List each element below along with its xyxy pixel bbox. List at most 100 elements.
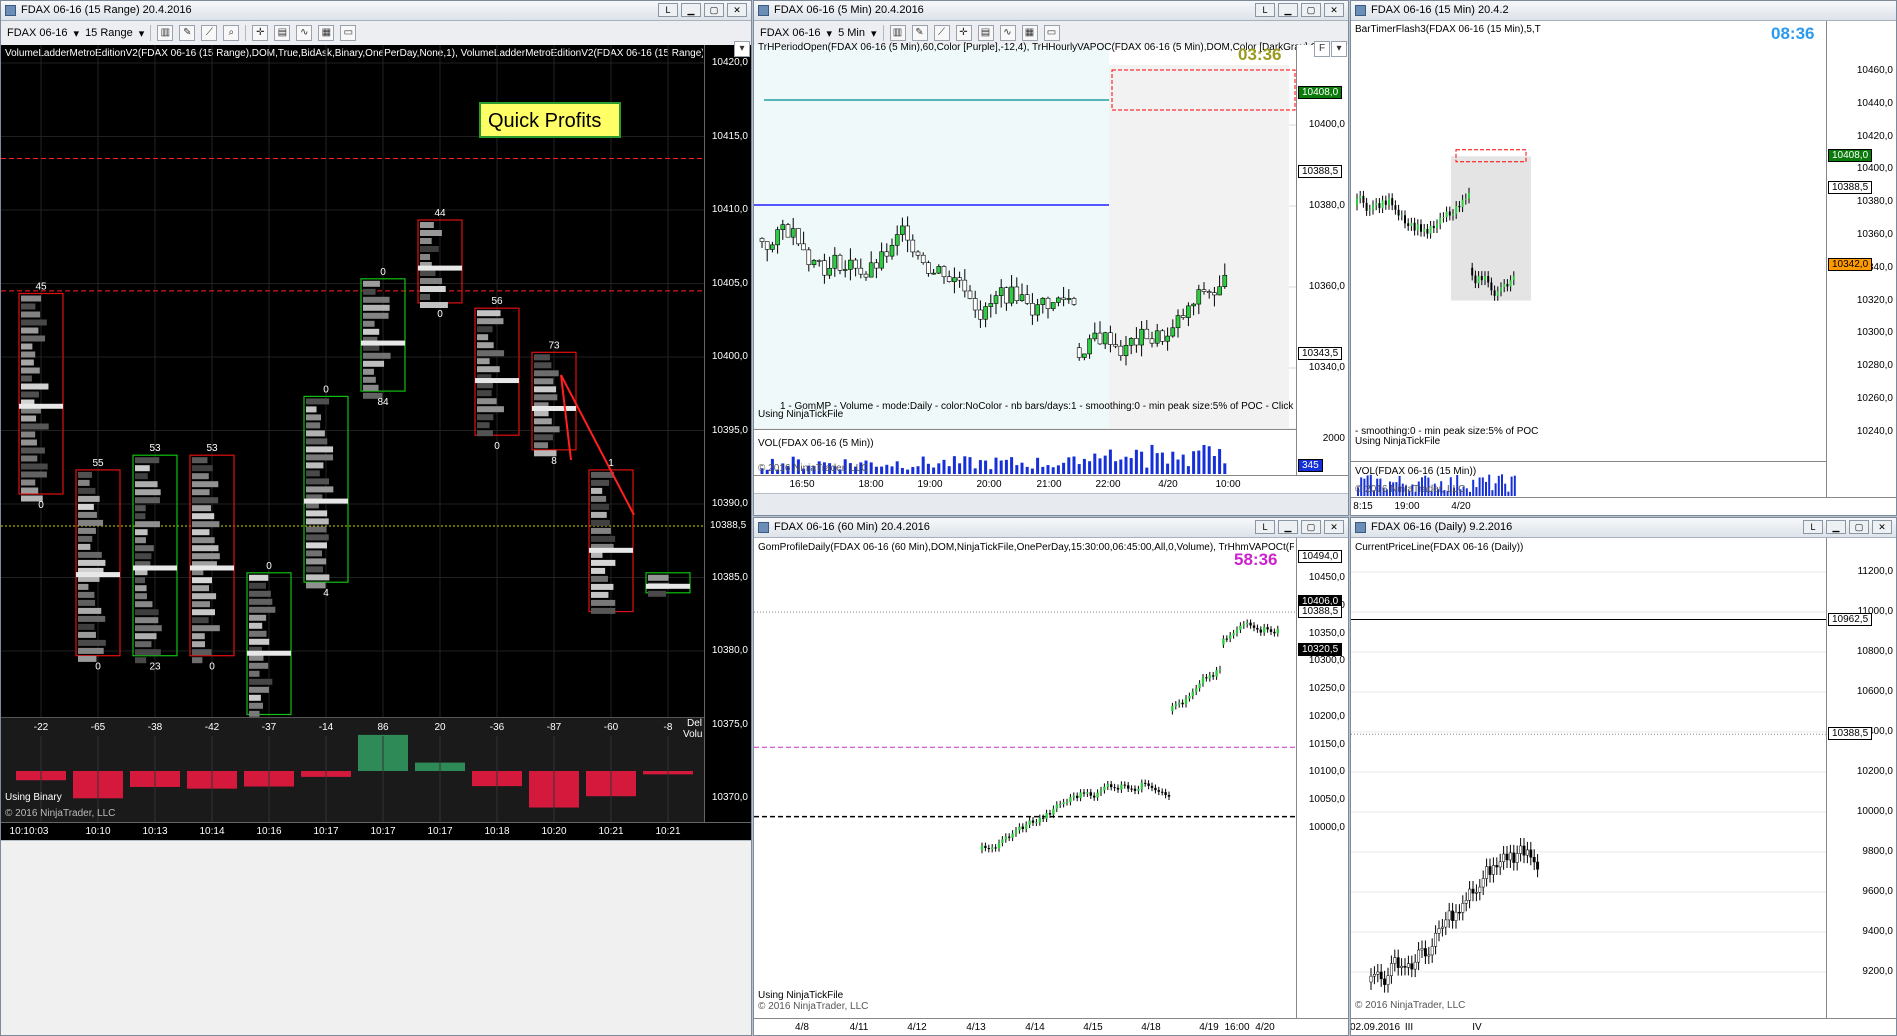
maximize-button[interactable]: ▢ — [1301, 3, 1321, 17]
chart-properties-icon[interactable]: ▤ — [977, 25, 994, 41]
candle-body — [1519, 845, 1523, 854]
daily-title-bar[interactable]: FDAX 06-16 (Daily) 9.2.2016 L ▁ ▢ ✕ — [1351, 518, 1896, 538]
candle-body — [1512, 276, 1515, 281]
volume-bar — [1082, 458, 1086, 474]
min60-chart-window[interactable]: FDAX 06-16 (60 Min) 20.4.2016 L ▁ ▢ ✕ Go… — [753, 517, 1349, 1036]
price-tick-label: 10360,0 — [1856, 229, 1893, 240]
minimize-button[interactable]: ▁ — [1826, 520, 1846, 534]
daily-price-axis[interactable]: 11200,0 11000,0 10800,0 10600,0 10400,0 10200… — [1826, 538, 1896, 1018]
min15-time-axis[interactable]: 8:15 19:00 4/20 — [1351, 497, 1896, 515]
pencil-icon[interactable]: ✎ — [911, 25, 928, 41]
price-tick-label: 10370,0 — [711, 792, 748, 803]
bar-style-icon[interactable]: ▥ — [157, 25, 174, 41]
close-button[interactable]: ✕ — [1324, 520, 1344, 534]
bar-bottom-count: 8 — [551, 456, 557, 467]
zoom-icon[interactable]: ⌕ — [223, 25, 240, 41]
candle-body — [1004, 287, 1009, 304]
chevron-down-icon[interactable]: ▾ — [871, 27, 877, 40]
draw-tool-icon[interactable]: ⟋ — [201, 25, 218, 41]
panel-menu-button[interactable]: ▾ — [734, 41, 750, 57]
daily-price-panel[interactable]: CurrentPriceLine(FDAX 06-16 (Daily)) © 2… — [1351, 538, 1826, 1018]
minimize-button[interactable]: ▁ — [681, 3, 701, 17]
draw-tool-icon[interactable]: ⟋ — [933, 25, 950, 41]
candle-body — [1400, 215, 1403, 217]
min5-volume-panel[interactable]: VOL(FDAX 06-16 (5 Min)) © 2016 NinjaTrad… — [754, 429, 1296, 476]
link-button[interactable]: L — [658, 3, 678, 17]
min60-price-axis[interactable]: 10450,010400,010350,010300,010250,010200… — [1296, 538, 1348, 1018]
link-button[interactable]: L — [1803, 520, 1823, 534]
maximize-button[interactable]: ▢ — [1301, 520, 1321, 534]
volume-cell — [21, 311, 41, 318]
data-box-icon[interactable]: ▭ — [1043, 25, 1060, 41]
minimize-button[interactable]: ▁ — [1278, 3, 1298, 17]
instrument-selector[interactable]: FDAX 06-16 — [7, 27, 68, 39]
candle-body — [1384, 200, 1387, 205]
min5-horizontal-scrollbar[interactable] — [754, 493, 1348, 515]
volume-cell — [21, 295, 42, 302]
panel-float-button[interactable]: F — [1314, 41, 1330, 57]
volume-bar — [973, 468, 977, 474]
volume-cell — [249, 662, 269, 669]
candle-body — [1376, 971, 1380, 975]
chevron-down-icon[interactable]: ▾ — [74, 27, 80, 40]
range-chart-window[interactable]: FDAX 06-16 (15 Range) 20.4.2016 L ▁ ▢ ✕ … — [0, 0, 752, 1036]
range-time-axis[interactable]: 10:10:03 10:10 10:13 10:14 10:16 10:17 10:17 10… — [1, 822, 751, 841]
range-price-axis[interactable]: Del Volu 10420,0 10415,0 10410,0 10405,0 104… — [683, 45, 751, 822]
strategy-icon[interactable]: ▦ — [318, 25, 335, 41]
daily-time-axis[interactable]: 02.09.2016 III IV — [1351, 1018, 1896, 1035]
volume-cell — [192, 545, 219, 552]
volume-cell — [534, 370, 559, 377]
link-button[interactable]: L — [1255, 520, 1275, 534]
range-delta-panel[interactable]: -22 -65 -38 -42 -37 -14 86 20 -36 -87 -60 -8 Using … — [1, 717, 704, 823]
min60-title-bar[interactable]: FDAX 06-16 (60 Min) 20.4.2016 L ▁ ▢ ✕ — [754, 518, 1348, 538]
price-tag-high: 10408,0 — [1298, 85, 1343, 99]
volume-cell — [78, 543, 91, 550]
indicator-icon[interactable]: ∿ — [296, 25, 313, 41]
price-tick-label: 10420,0 — [1856, 130, 1893, 142]
min15-price-axis[interactable]: 10460,0 10440,0 10420,0 10400,0 10380,0 10360… — [1826, 21, 1896, 497]
interval-selector[interactable]: 5 Min — [838, 27, 865, 39]
min5-price-axis[interactable]: 2000 10400,0 10380,0 10360,0 10340,0 10408,0… — [1296, 45, 1348, 475]
close-button[interactable]: ✕ — [1872, 520, 1892, 534]
minimize-button[interactable]: ▁ — [1278, 520, 1298, 534]
range-price-panel[interactable]: VolumeLadderMetroEditionV2(FDAX 06-16 (1… — [1, 45, 704, 717]
time-tick-label: 10:17 — [427, 826, 453, 837]
time-tick-label: 4/8 — [795, 1022, 809, 1033]
maximize-button[interactable]: ▢ — [704, 3, 724, 17]
min15-volume-panel[interactable]: VOL(FDAX 06-16 (15 Min)) © 2016 NinjaTra… — [1351, 461, 1826, 498]
volume-cell — [135, 593, 147, 600]
close-button[interactable]: ✕ — [727, 3, 747, 17]
panel-menu-button[interactable]: ▾ — [1331, 41, 1347, 57]
crosshair-icon[interactable]: ✛ — [955, 25, 972, 41]
min5-title-bar[interactable]: FDAX 06-16 (5 Min) 20.4.2016 L ▁ ▢ ✕ — [754, 1, 1348, 21]
chart-properties-icon[interactable]: ▤ — [274, 25, 291, 41]
close-button[interactable]: ✕ — [1324, 3, 1344, 17]
min60-price-panel[interactable]: GomProfileDaily(FDAX 06-16 (60 Min),DOM,… — [754, 538, 1296, 1018]
min15-chart-window[interactable]: FDAX 06-16 (15 Min) 20.4.2 BarTimerFlash… — [1350, 0, 1897, 516]
data-box-icon[interactable]: ▭ — [340, 25, 357, 41]
indicator-icon[interactable]: ∿ — [999, 25, 1016, 41]
min15-title-bar[interactable]: FDAX 06-16 (15 Min) 20.4.2 — [1351, 1, 1896, 21]
candle-body — [1468, 888, 1472, 901]
candle-body — [848, 259, 853, 270]
chevron-down-icon[interactable]: ▾ — [139, 27, 145, 40]
interval-selector[interactable]: 15 Range — [85, 27, 133, 39]
min15-price-panel[interactable]: BarTimerFlash3(FDAX 06-16 (15 Min),5,T 0… — [1351, 21, 1826, 461]
min5-price-panel[interactable]: TrHPeriodOpen(FDAX 06-16 (5 Min),60,Colo… — [754, 42, 1318, 428]
candle-body — [1191, 303, 1196, 307]
bar-style-icon[interactable]: ▥ — [889, 25, 906, 41]
min5-time-axis[interactable]: 16:50 18:00 19:00 20:00 21:00 22:00 4/20 10:00 — [754, 475, 1348, 494]
range-horizontal-scrollbar[interactable] — [1, 840, 751, 1035]
pencil-icon[interactable]: ✎ — [179, 25, 196, 41]
strategy-icon[interactable]: ▦ — [1021, 25, 1038, 41]
daily-chart-window[interactable]: FDAX 06-16 (Daily) 9.2.2016 L ▁ ▢ ✕ Curr… — [1350, 517, 1897, 1036]
maximize-button[interactable]: ▢ — [1849, 520, 1869, 534]
instrument-selector[interactable]: FDAX 06-16 — [760, 27, 821, 39]
min60-time-axis[interactable]: 4/8 4/11 4/12 4/13 4/14 4/15 4/18 4/19 16:00 4/20 — [754, 1018, 1348, 1035]
link-button[interactable]: L — [1255, 3, 1275, 17]
min5-chart-window[interactable]: FDAX 06-16 (5 Min) 20.4.2016 L ▁ ▢ ✕ FDA… — [753, 0, 1349, 516]
crosshair-icon[interactable]: ✛ — [252, 25, 269, 41]
range-title-bar[interactable]: FDAX 06-16 (15 Range) 20.4.2016 L ▁ ▢ ✕ — [1, 1, 751, 21]
chevron-down-icon[interactable]: ▾ — [827, 27, 833, 40]
price-tick-label: 10200,0 — [1856, 766, 1893, 777]
